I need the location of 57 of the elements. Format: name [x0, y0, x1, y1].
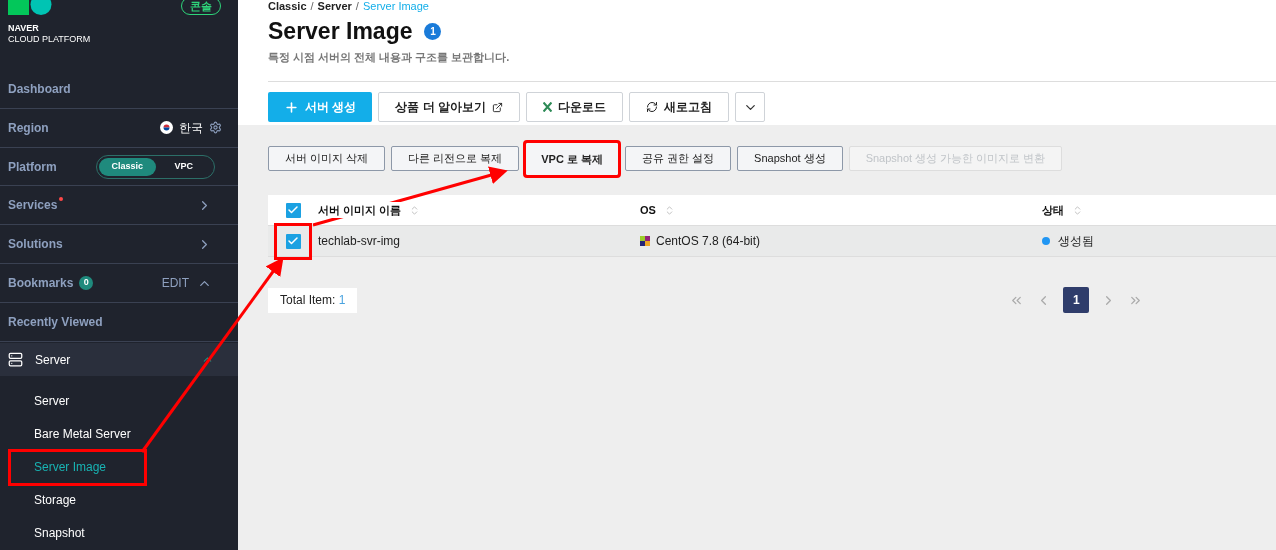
total-items: Total Item: 1 [268, 287, 358, 313]
sidebar-group-header[interactable]: Server [0, 343, 238, 376]
refresh-icon [646, 101, 658, 113]
breadcrumb-separator: / [310, 0, 314, 12]
page-title: Server Image [268, 17, 413, 46]
settings-icon[interactable] [209, 121, 222, 135]
logo-text: NAVER CLOUD PLATFORM [8, 23, 92, 45]
sidebar-menu-row[interactable]: Services [0, 186, 238, 226]
count-badge: 1 [424, 22, 442, 40]
external-link-icon [492, 101, 503, 113]
sidebar-subitem[interactable]: Snapshot [10, 516, 85, 550]
sidebar-label: Solutions [8, 236, 63, 254]
refresh-button[interactable]: 새로고침 [629, 92, 729, 122]
checkbox[interactable] [285, 233, 301, 249]
region-value[interactable]: 한국 [179, 118, 203, 137]
action-button[interactable]: 다른 리전으로 복제 [391, 146, 520, 171]
excel-icon [543, 102, 552, 112]
action-button[interactable]: 공유 권한 설정 [625, 146, 732, 171]
sidebar-label: Services [8, 197, 58, 215]
sidebar-subitem[interactable]: Server Image [10, 450, 145, 484]
more-button[interactable] [735, 92, 765, 122]
logo-icon [8, 0, 52, 16]
action-button[interactable]: VPC 로 복제 [525, 142, 619, 176]
sidebar-subitem[interactable]: Server [10, 384, 70, 418]
os-logo-icon [640, 236, 650, 246]
page-description: 특정 시점 서버의 전체 내용과 구조를 보관합니다. [268, 49, 511, 65]
column-header[interactable]: 서버 이미지 이름 [318, 201, 402, 219]
sidebar-label: Region [8, 119, 49, 137]
breadcrumb-item[interactable]: Server [317, 0, 352, 12]
breadcrumb-item[interactable]: Classic [268, 0, 307, 12]
korea-flag-icon [160, 121, 173, 135]
sidebar-subitem[interactable]: Storage [10, 483, 77, 517]
server-icon [8, 352, 23, 367]
plus-icon [284, 99, 299, 115]
table-cell-text: techlab-svr-img [318, 233, 402, 250]
group-label: Server [35, 351, 71, 369]
checkbox[interactable] [285, 202, 301, 218]
table-row[interactable]: techlab-svr-img CentOS 7.8 (64-bit) 생성됨 [268, 226, 1276, 257]
breadcrumb-separator: / [355, 0, 359, 12]
platform-option[interactable]: Classic [99, 157, 156, 176]
download-button[interactable]: 다운로드 [526, 92, 623, 122]
action-button[interactable]: 서버 이미지 삭제 [268, 146, 386, 171]
action-button[interactable]: Snapshot 생성 [737, 146, 843, 171]
sidebar-subitem[interactable]: Bare Metal Server [10, 417, 131, 451]
sidebar-menu-row[interactable]: Solutions [0, 225, 238, 265]
table-cell-text: 생성됨 [1058, 233, 1094, 250]
page-button[interactable]: 1 [1063, 287, 1090, 313]
sidebar-link[interactable]: Recently Viewed [8, 313, 103, 332]
sidebar-label: Platform [8, 158, 57, 176]
table-cell-text: CentOS 7.8 (64-bit) [656, 233, 761, 250]
sort-icon[interactable] [1072, 204, 1083, 216]
sidebar-label: Bookmarks [8, 275, 74, 293]
count-badge: 0 [79, 276, 94, 291]
sidebar-link[interactable]: Dashboard [8, 79, 71, 98]
platform-option[interactable]: VPC [155, 157, 212, 176]
learn-more-button[interactable]: 상품 더 알아보기 [378, 92, 520, 122]
edit-link[interactable]: EDIT [161, 274, 189, 293]
